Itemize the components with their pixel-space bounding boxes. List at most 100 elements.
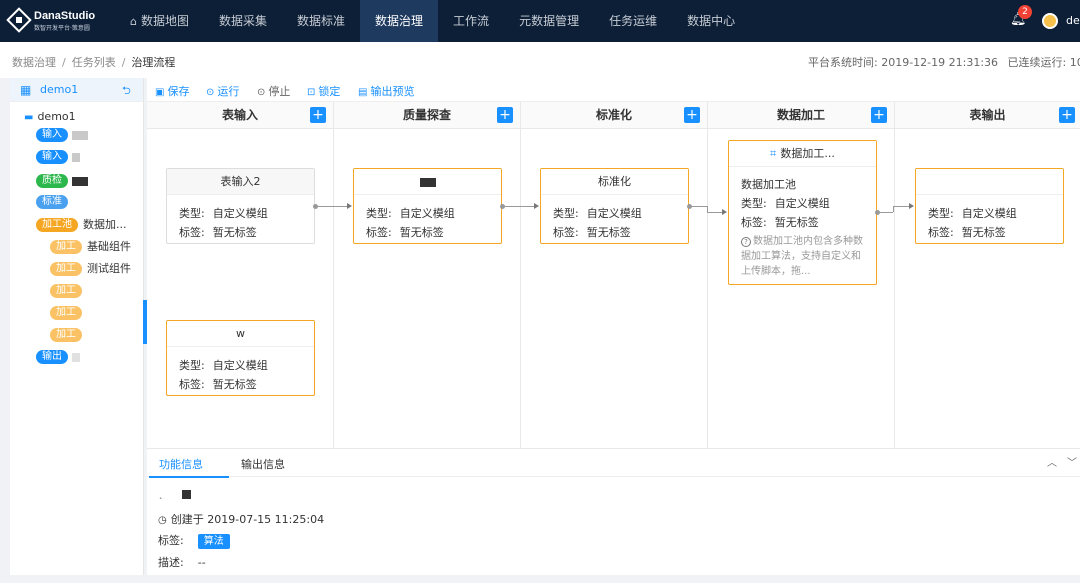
folder-icon: ▬ — [24, 112, 34, 123]
active-tab-indicator — [149, 476, 229, 478]
tree-item[interactable]: 质检 — [36, 172, 88, 190]
node-tag-value: 暂无标签 — [212, 226, 257, 239]
stop-button[interactable]: ⊙ 停止 — [257, 83, 290, 99]
tab-label: 功能信息 — [159, 458, 203, 471]
flow-node-table-input-2[interactable]: 表输入2 类型: 自定义模组 标签: 暂无标签 — [166, 168, 315, 244]
flow-node-table-output[interactable]: 类型: 自定义模组 标签: 暂无标签 — [915, 168, 1064, 244]
redacted-text — [419, 177, 436, 187]
nav-item-metadata[interactable]: 元数据管理 — [504, 0, 594, 42]
nav-item-data-map[interactable]: ⌂ 数据地图 — [115, 0, 204, 42]
tree-item[interactable]: 输入 — [36, 126, 88, 144]
redacted-text — [72, 352, 80, 362]
tree-item[interactable]: 加工 测试组件 — [50, 260, 131, 278]
save-button[interactable]: ▣ 保存 — [155, 83, 189, 99]
tree-item[interactable]: 标准 — [36, 193, 68, 211]
column-header: 质量探查 — [334, 102, 520, 129]
node-name-row: ˛ — [158, 487, 191, 500]
flow-node-standardize[interactable]: 标准化 类型: 自定义模组 标签: 暂无标签 — [540, 168, 689, 244]
node-type-key: 类型: — [179, 359, 205, 372]
add-node-button[interactable]: + — [497, 107, 513, 123]
tab-function-info[interactable]: 功能信息 — [159, 456, 203, 472]
node-type-key: 类型: — [553, 207, 579, 220]
tab-output-info[interactable]: 输出信息 — [241, 456, 285, 472]
node-title — [354, 169, 501, 195]
column-title: 表输出 — [969, 108, 1006, 122]
nav-item-task-ops[interactable]: 任务运维 — [594, 0, 672, 42]
node-tag-key: 标签: — [179, 378, 205, 391]
grid-icon: ▦ — [20, 83, 32, 97]
node-tag-row: 标签: 暂无标签 — [366, 224, 444, 240]
tree-tag-quality: 质检 — [36, 174, 68, 188]
tree-item[interactable]: 加工 — [50, 304, 82, 322]
tree-tag-process: 加工 — [50, 262, 82, 276]
nav-item-label: 工作流 — [453, 14, 490, 28]
tab-label: 输出信息 — [241, 458, 285, 471]
redacted-text — [181, 489, 191, 499]
connector-line — [317, 206, 347, 207]
run-button[interactable]: ⊙ 运行 — [206, 83, 239, 99]
add-node-button[interactable]: + — [871, 107, 887, 123]
tree-item[interactable]: 加工 — [50, 282, 82, 300]
tree-tag-process: 加工 — [50, 284, 82, 298]
node-title: ⌗ 数据加工... — [729, 141, 876, 167]
nav-item-data-standard[interactable]: 数据标准 — [282, 0, 360, 42]
flow-node-quality-check[interactable]: 类型: 自定义模组 标签: 暂无标签 — [353, 168, 502, 244]
nav-item-data-governance[interactable]: 数据治理 — [360, 0, 439, 42]
preview-icon: ▤ — [358, 87, 368, 98]
node-tag-value: 暂无标签 — [961, 226, 1006, 239]
tree-item[interactable]: 加工 — [50, 326, 82, 344]
tree-item[interactable]: 加工池 数据加... — [36, 216, 127, 234]
tree-item-label: 基础组件 — [87, 240, 131, 253]
created-row: ◷ 创建于 2019-07-15 11:25:04 — [158, 511, 324, 527]
nav-item-workflow[interactable]: 工作流 — [438, 0, 504, 42]
flow-node-w[interactable]: w 类型: 自定义模组 标签: 暂无标签 — [166, 320, 315, 396]
node-type-row: 类型: 自定义模组 — [741, 195, 830, 211]
avatar[interactable] — [1042, 13, 1058, 29]
node-tag-value: 暂无标签 — [212, 378, 257, 391]
node-tag-row: 标签: 暂无标签 — [741, 214, 819, 230]
sidebar-header: ▦ demo1 ⮌ — [10, 78, 143, 102]
connector-arrow-icon — [347, 203, 352, 209]
flow-node-data-process[interactable]: ⌗ 数据加工... 数据加工池 类型: 自定义模组 标签: 暂无标签 ? 数据加工池内包… — [728, 140, 877, 285]
node-type-value: 自定义模组 — [586, 207, 642, 220]
tree-item[interactable]: 输出 — [36, 348, 80, 366]
connector-arrow-icon — [909, 203, 914, 209]
lock-button[interactable]: ⊡ 锁定 — [307, 83, 340, 99]
breadcrumb-separator: / — [121, 56, 126, 69]
tree-tag-output: 输出 — [36, 350, 68, 364]
column-table-input: 表输入 + — [147, 102, 334, 448]
toolbar: ▣ 保存 ⊙ 运行 ⊙ 停止 ⊡ 锁定 ▤ 输出预览 — [147, 78, 1080, 102]
created-time: 2019-07-15 11:25:04 — [207, 513, 325, 526]
nav-item-data-center[interactable]: 数据中心 — [672, 0, 750, 42]
chevron-down-icon[interactable]: ﹀ — [1067, 454, 1077, 469]
node-type-key: 类型: — [179, 207, 205, 220]
uptime-value: 10 — [1069, 56, 1080, 69]
tree-item-label: 测试组件 — [87, 262, 131, 275]
logo-subtitle: 数智开发平台·策意圆 — [34, 25, 90, 32]
breadcrumb-item[interactable]: 任务列表 — [72, 56, 116, 69]
tags-label: 标签: — [158, 534, 184, 547]
node-tag-row: 标签: 暂无标签 — [553, 224, 631, 240]
tree-item[interactable]: 加工 基础组件 — [50, 238, 131, 256]
username[interactable]: dev — [1066, 14, 1080, 27]
tree-item[interactable]: 输入 — [36, 148, 80, 166]
add-node-button[interactable]: + — [684, 107, 700, 123]
node-type-value: 自定义模组 — [212, 207, 268, 220]
breadcrumb-item[interactable]: 数据治理 — [12, 56, 56, 69]
column-title: 标准化 — [595, 108, 632, 122]
tree-root[interactable]: ▬ demo1 — [24, 108, 76, 126]
node-title — [916, 169, 1063, 195]
back-icon[interactable]: ⮌ — [122, 82, 131, 101]
desc-label: 描述: — [158, 556, 184, 569]
column-quality-check: 质量探查 + — [334, 102, 521, 448]
nav-item-data-collection[interactable]: 数据采集 — [204, 0, 282, 42]
app-logo[interactable]: DanaStudio 数智开发平台·策意圆 — [6, 7, 100, 33]
chevron-up-icon[interactable]: ︿ — [1047, 454, 1057, 469]
output-preview-button[interactable]: ▤ 输出预览 — [358, 83, 414, 99]
main-nav: ⌂ 数据地图 数据采集 数据标准 数据治理 工作流 元数据管理 任务运维 数据中心 — [115, 0, 750, 42]
add-node-button[interactable]: + — [310, 107, 326, 123]
node-title-text: 数据加工... — [780, 147, 835, 160]
home-icon: ⌂ — [130, 15, 137, 28]
add-node-button[interactable]: + — [1059, 107, 1075, 123]
column-header: 表输入 — [147, 102, 333, 129]
